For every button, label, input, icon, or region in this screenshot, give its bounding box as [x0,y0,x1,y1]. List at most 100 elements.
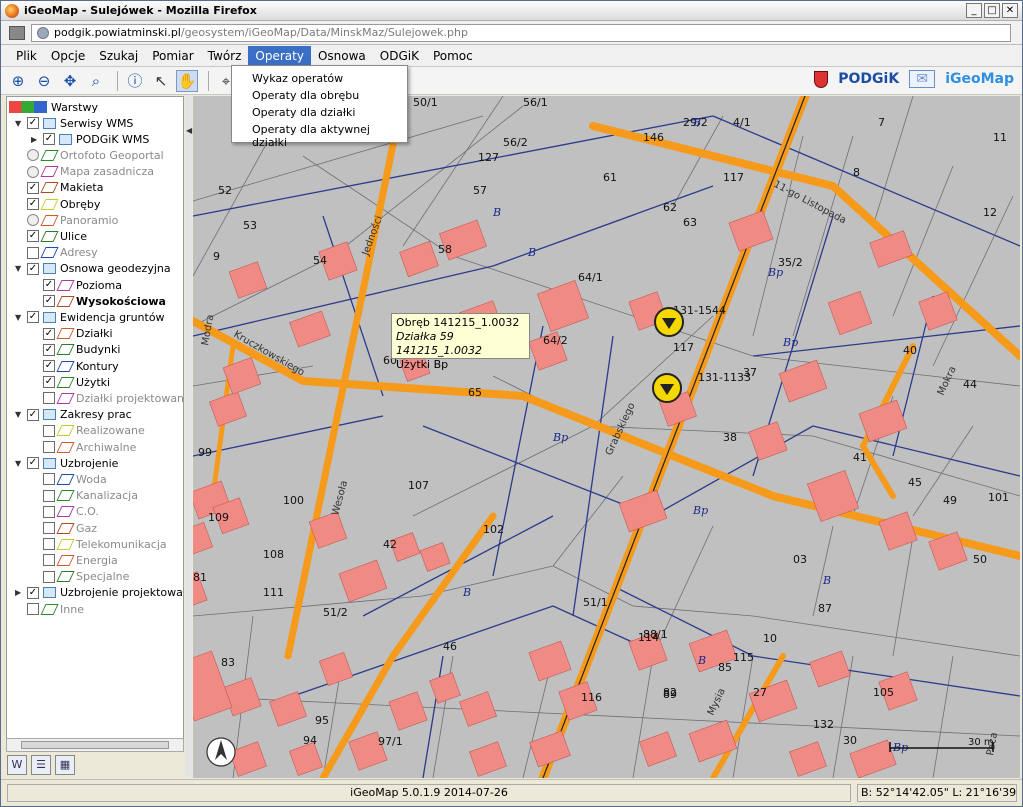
dropdown-item-dzialka[interactable]: Operaty dla działki [232,104,407,121]
zoom-in-icon[interactable]: ⊕ [7,70,29,92]
layer-checkbox[interactable] [27,181,39,194]
layer-row[interactable]: Kontury [31,358,119,374]
minimize-button[interactable]: _ [966,3,982,18]
select-arrow-icon[interactable]: ↖ [150,70,172,92]
layer-checkbox[interactable] [43,554,55,567]
layer-checkbox[interactable] [43,279,55,291]
layer-row[interactable]: Realizowane [31,423,145,439]
layer-radio[interactable] [27,149,39,162]
layer-row[interactable]: Mapa zasadnicza [15,164,154,180]
layer-row[interactable]: Gaz [31,520,97,536]
layer-checkbox[interactable] [27,262,39,275]
layer-row[interactable]: ▼ Osnowa geodezyjna [15,261,171,277]
layer-checkbox[interactable] [43,570,55,583]
layer-row[interactable]: Ulice [15,228,87,244]
layer-checkbox[interactable] [27,198,39,210]
layer-checkbox[interactable] [43,473,55,486]
expand-down-icon[interactable]: ▼ [15,264,24,273]
expand-down-icon[interactable]: ▼ [15,313,24,322]
layer-checkbox[interactable] [27,603,39,615]
layer-checkbox[interactable] [43,392,55,405]
url-field[interactable]: podgik.powiatminski.pl/geosystem/iGeoMap… [31,23,1011,42]
layer-checkbox[interactable] [27,230,39,243]
layer-row[interactable]: Archiwalne [31,439,136,455]
layer-row[interactable]: Wysokościowa [31,293,166,309]
pan-extent-icon[interactable]: ✥ [59,70,81,92]
layer-row[interactable]: ▶ Uzbrojenie projektowane [15,585,183,601]
dropdown-item-obreb[interactable]: Operaty dla obrębu [232,87,407,104]
layer-row[interactable]: Użytki [31,374,110,390]
layer-checkbox[interactable] [43,343,55,356]
menu-pomoc[interactable]: Pomoc [426,46,480,66]
layers-horizontal-scrollbar[interactable] [6,738,184,752]
layer-checkbox[interactable] [43,522,55,534]
layer-row[interactable]: ▼ Ewidencja gruntów [15,309,165,325]
menu-operaty[interactable]: Operaty [248,45,311,66]
close-button[interactable]: ✕ [1002,3,1018,18]
map-canvas[interactable]: 56/150/114629/2 4/1 71156/212761 852 5711762… [193,96,1020,778]
layer-checkbox[interactable] [43,424,55,437]
menu-osnowa[interactable]: Osnowa [311,46,373,66]
layer-checkbox[interactable] [27,408,39,421]
layer-checkbox[interactable] [43,538,55,551]
layer-row[interactable]: ▼ Uzbrojenie [15,455,118,471]
layer-row[interactable]: Inne [15,601,84,617]
layer-row[interactable]: Budynki [31,342,120,358]
layer-checkbox[interactable] [27,246,39,259]
layer-row[interactable]: Makieta [15,180,103,196]
layer-row[interactable]: Działki projektowane [31,390,183,406]
zoom-window-icon[interactable]: ⌕ [85,70,107,92]
layer-radio[interactable] [27,165,39,178]
menu-opcje[interactable]: Opcje [44,46,92,66]
layer-checkbox[interactable] [43,489,55,502]
layer-row[interactable]: ▼ Zakresy prac [15,407,132,423]
layer-row[interactable]: C.O. [31,504,99,520]
layer-checkbox[interactable] [43,360,55,372]
expand-right-icon[interactable]: ▶ [15,588,24,597]
menu-tworz[interactable]: Twórz [201,46,249,66]
layer-row[interactable]: Pozioma [31,277,122,293]
layer-checkbox[interactable] [43,505,55,518]
layer-row[interactable]: Woda [31,471,107,487]
dropdown-item-wykaz[interactable]: Wykaz operatów [232,70,407,87]
layer-row[interactable]: Działki [31,326,113,342]
menu-szukaj[interactable]: Szukaj [92,46,145,66]
legend-icon[interactable]: ☰ [31,755,51,775]
menu-plik[interactable]: Plik [9,46,44,66]
podgik-logo[interactable]: PODGiK [838,71,899,87]
layer-row[interactable]: Kanalizacja [31,488,138,504]
layer-row[interactable]: Obręby [15,196,100,212]
layer-checkbox[interactable] [27,117,39,129]
map-image-icon[interactable]: ▦ [55,755,75,775]
igeomap-logo[interactable]: iGeoMap [945,71,1014,87]
scrollbar-thumb[interactable] [21,741,169,749]
layer-row[interactable]: Specjalne [31,569,129,585]
layer-row[interactable]: Energia [31,552,118,568]
menu-pomiar[interactable]: Pomiar [145,46,200,66]
layer-checkbox[interactable] [27,586,39,599]
info-icon[interactable]: ⓘ [124,70,146,92]
layer-row[interactable]: Ortofoto Geoportal [15,147,164,163]
layer-checkbox[interactable] [43,441,55,453]
layers-root[interactable]: Warstwy [9,99,98,115]
hand-pan-icon[interactable]: ✋ [176,69,198,92]
zoom-out-icon[interactable]: ⊖ [33,70,55,92]
panel-splitter[interactable]: ◀ [185,96,192,776]
layer-checkbox[interactable] [43,295,55,308]
layer-row[interactable]: ▶ PODGiK WMS [31,131,149,147]
menu-odgik[interactable]: ODGiK [373,46,426,66]
layer-row[interactable]: Panoramio [15,212,118,228]
layer-radio[interactable] [27,214,39,227]
layer-checkbox[interactable] [43,133,55,146]
maximize-button[interactable]: □ [984,3,1000,18]
envelope-icon[interactable]: ✉ [909,70,936,88]
layer-checkbox[interactable] [27,311,39,324]
layer-checkbox[interactable] [27,457,39,470]
expand-down-icon[interactable]: ▼ [15,459,24,468]
map-view[interactable]: 56/1 50/1 146 29/2 4/1 7 11 56/2 127 61 8 52 57 117 62… [193,96,1020,778]
expand-down-icon[interactable]: ▼ [15,119,24,128]
layer-row[interactable]: Telekomunikacja [31,536,167,552]
layer-checkbox[interactable] [43,327,55,340]
collapse-arrow-icon[interactable]: ◀ [186,126,192,135]
layer-row[interactable]: ▼ Serwisy WMS [15,115,133,131]
